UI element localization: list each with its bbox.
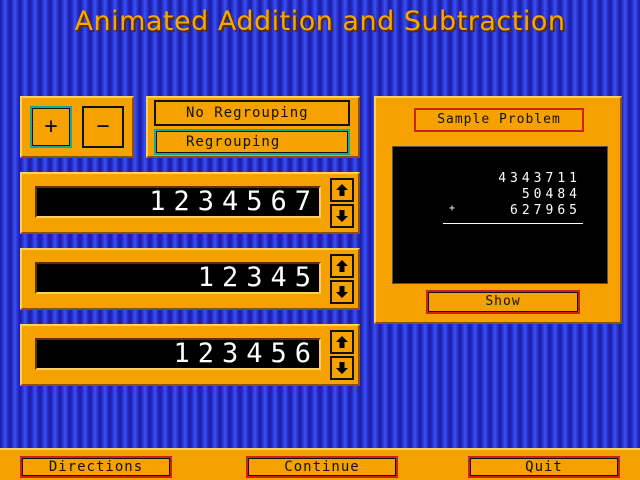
number-row-2: 12345	[20, 248, 360, 310]
sample-problem-label: Sample Problem	[414, 108, 584, 132]
operator-sign: +	[449, 203, 456, 214]
down-arrow-icon	[336, 362, 348, 374]
decrement-button-3[interactable]	[330, 356, 354, 380]
plus-button[interactable]: +	[30, 106, 72, 148]
operation-panel: + −	[20, 96, 134, 158]
number-display-2: 12345	[35, 262, 321, 294]
number-display-3: 123456	[35, 338, 321, 370]
down-arrow-icon	[336, 210, 348, 222]
addend-3: 627965	[510, 203, 581, 218]
sample-problem-board: 4343711 50484 627965 +	[392, 146, 608, 284]
continue-button[interactable]: Continue	[246, 456, 398, 478]
no-regrouping-button[interactable]: No Regrouping	[154, 100, 350, 126]
show-button[interactable]: Show	[426, 290, 580, 314]
down-arrow-icon	[336, 286, 348, 298]
minus-button[interactable]: −	[82, 106, 124, 148]
app-title: Animated Addition and Subtraction	[74, 6, 566, 37]
addend-1: 4343711	[498, 171, 581, 186]
up-arrow-icon	[336, 336, 348, 348]
sum-line	[443, 223, 583, 224]
decrement-button-1[interactable]	[330, 204, 354, 228]
increment-button-3[interactable]	[330, 330, 354, 354]
number-row-1: 1234567	[20, 172, 360, 234]
addend-2: 50484	[521, 187, 581, 202]
sample-problem-panel: Sample Problem 4343711 50484 627965 + Sh…	[374, 96, 622, 324]
bottom-bar: Directions Continue Quit	[0, 448, 640, 480]
number-row-3: 123456	[20, 324, 360, 386]
up-arrow-icon	[336, 184, 348, 196]
directions-button[interactable]: Directions	[20, 456, 172, 478]
up-arrow-icon	[336, 260, 348, 272]
mode-panel: No Regrouping Regrouping	[146, 96, 360, 158]
increment-button-2[interactable]	[330, 254, 354, 278]
increment-button-1[interactable]	[330, 178, 354, 202]
decrement-button-2[interactable]	[330, 280, 354, 304]
number-display-1: 1234567	[35, 186, 321, 218]
quit-button[interactable]: Quit	[468, 456, 620, 478]
regrouping-button[interactable]: Regrouping	[154, 129, 350, 155]
